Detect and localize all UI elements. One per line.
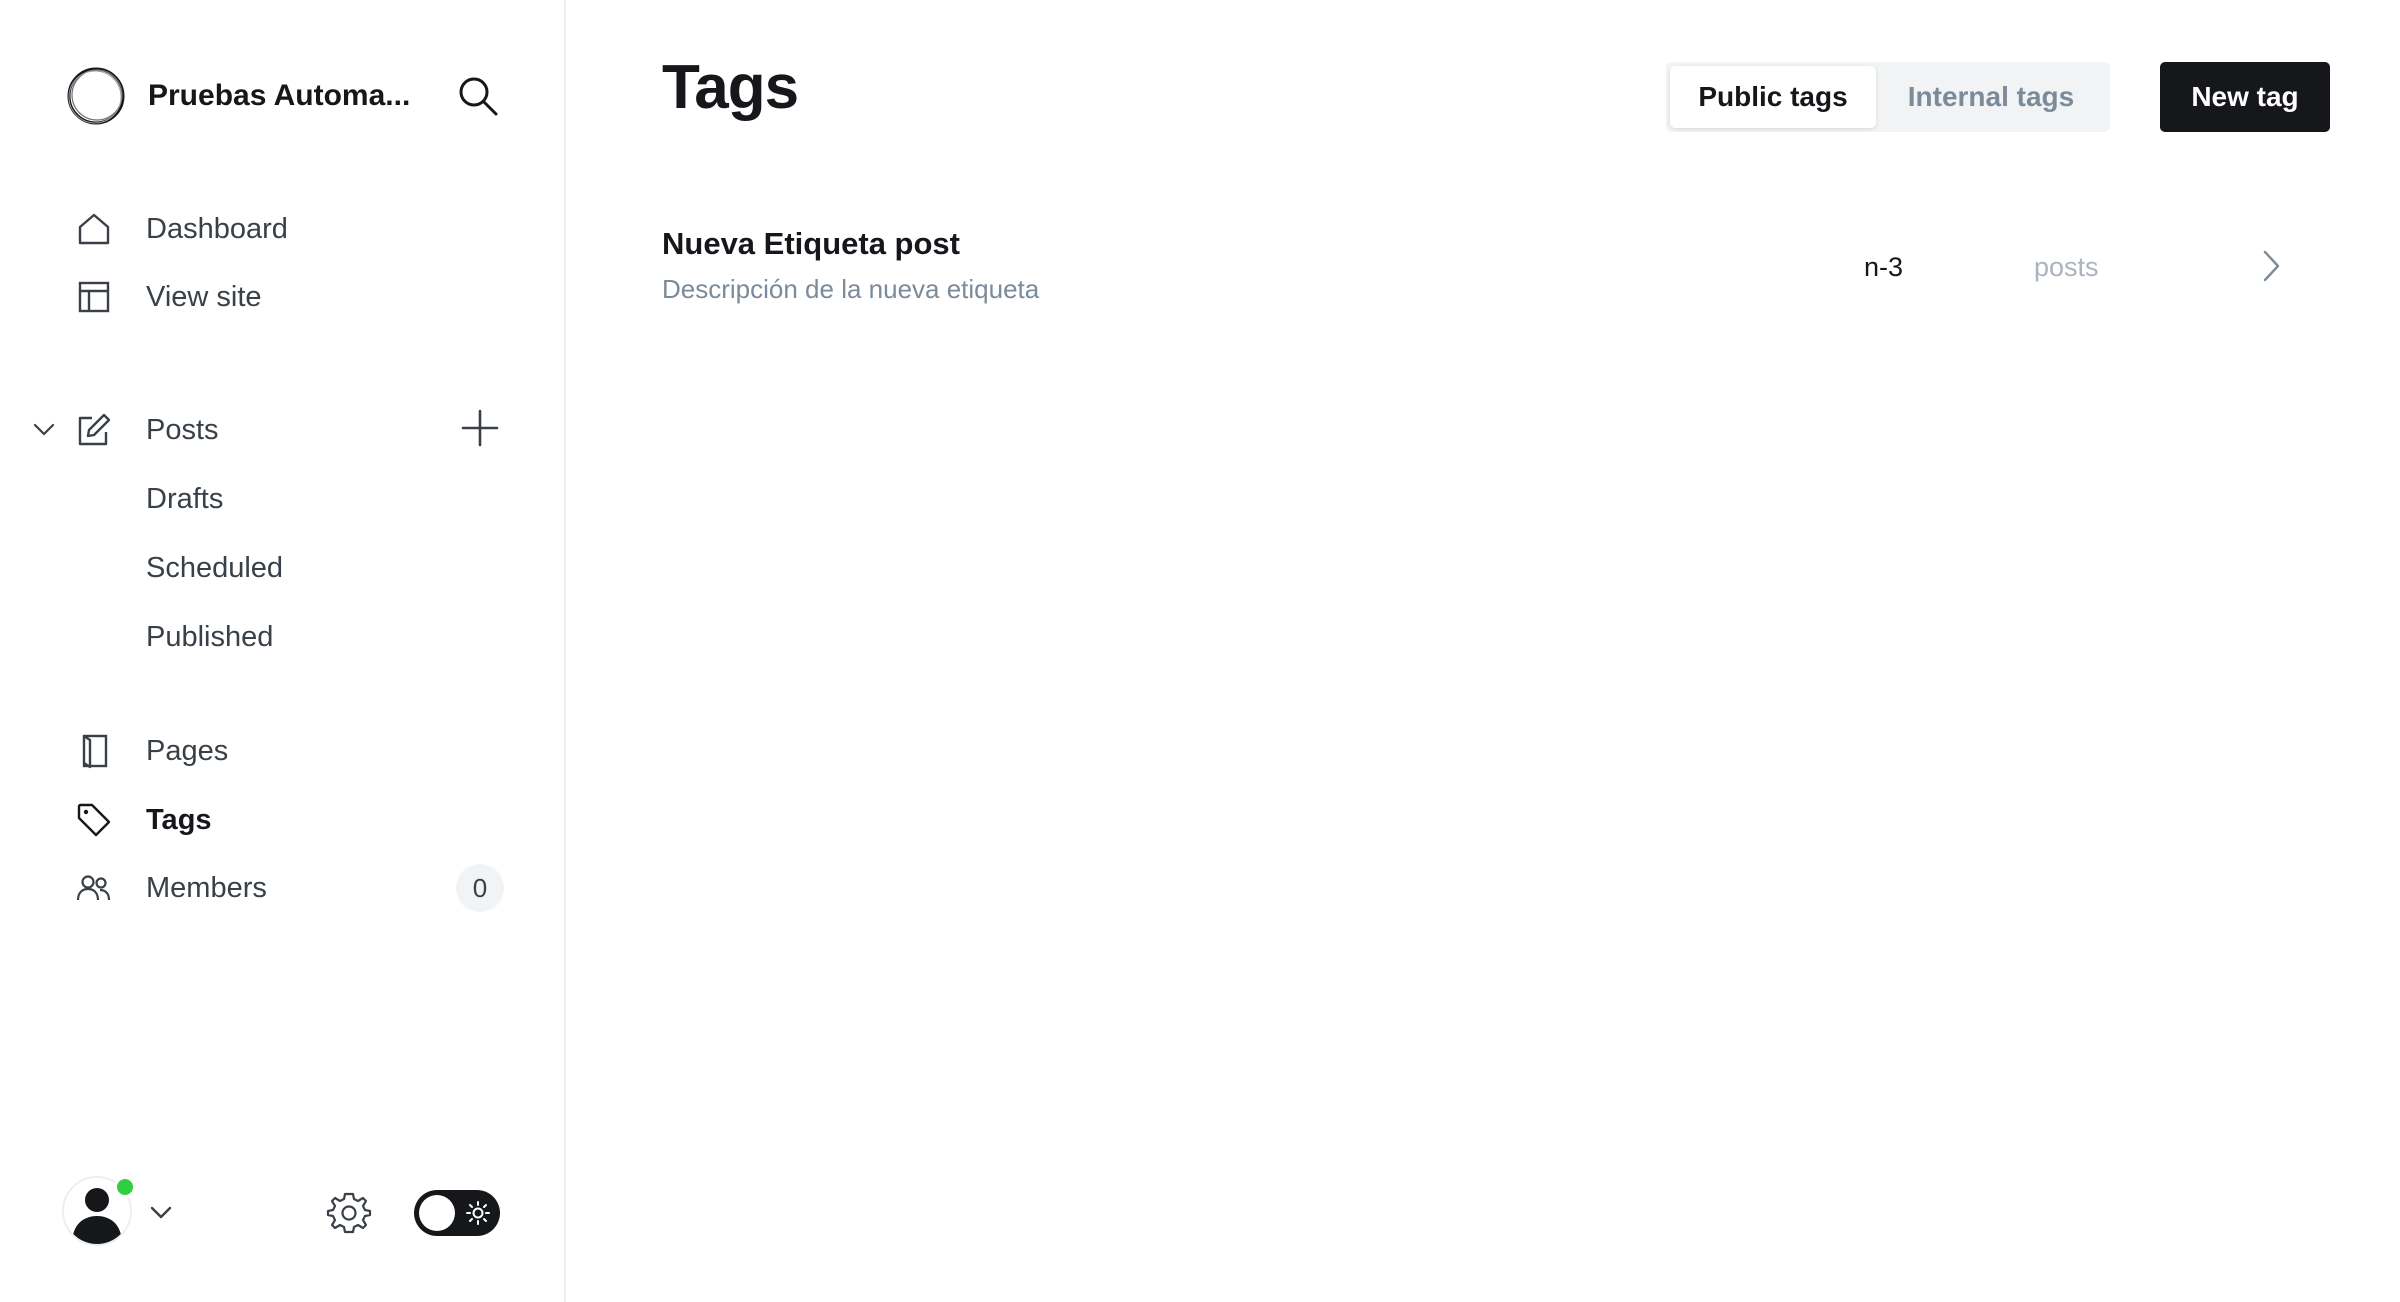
sidebar-item-tags[interactable]: Tags bbox=[74, 798, 504, 842]
tag-posts-count[interactable]: posts bbox=[2034, 252, 2099, 283]
tag-name: Nueva Etiqueta post bbox=[662, 226, 960, 261]
sidebar-item-view-site[interactable]: View site bbox=[74, 275, 504, 319]
tab-internal-tags[interactable]: Internal tags bbox=[1876, 66, 2106, 128]
home-icon bbox=[74, 209, 114, 249]
sidebar-item-label: Dashboard bbox=[146, 212, 288, 245]
sidebar-item-label: Drafts bbox=[146, 482, 224, 515]
tag-description: Descripción de la nueva etiqueta bbox=[662, 274, 1040, 304]
search-icon bbox=[459, 77, 498, 116]
edit-icon bbox=[74, 410, 114, 450]
sidebar-item-dashboard[interactable]: Dashboard bbox=[74, 207, 504, 251]
sidebar-item-label: Members bbox=[146, 871, 267, 904]
settings-button[interactable] bbox=[326, 1190, 372, 1236]
new-tag-button[interactable]: New tag bbox=[2160, 62, 2330, 132]
add-post-icon[interactable] bbox=[460, 408, 500, 448]
sun-icon bbox=[466, 1201, 490, 1225]
sidebar-item-label: View site bbox=[146, 280, 262, 313]
site-logo-icon bbox=[67, 67, 125, 125]
site-title: Pruebas Automa... bbox=[148, 79, 411, 112]
tag-slug: n-3 bbox=[1864, 252, 1904, 282]
sidebar-item-posts[interactable]: Posts bbox=[74, 408, 434, 452]
table-row[interactable]: Nueva Etiqueta post Descripción de la nu… bbox=[662, 212, 2330, 320]
chevron-right-icon bbox=[2263, 250, 2280, 282]
view-site-icon bbox=[74, 277, 114, 317]
members-count-badge: 0 bbox=[456, 864, 504, 912]
chevron-down-icon[interactable] bbox=[30, 416, 58, 444]
theme-toggle[interactable] bbox=[414, 1190, 500, 1236]
page-icon bbox=[74, 731, 114, 771]
toggle-knob bbox=[419, 1195, 455, 1231]
sidebar-item-label: Tags bbox=[146, 803, 212, 836]
sidebar: Pruebas Automa... Dashboard View site Po… bbox=[0, 0, 566, 1302]
sidebar-item-label: Scheduled bbox=[146, 551, 284, 584]
search-button[interactable] bbox=[456, 74, 500, 118]
sidebar-item-label: Pages bbox=[146, 734, 229, 767]
sidebar-item-label: Published bbox=[146, 620, 274, 653]
sidebar-item-published[interactable]: Published bbox=[146, 615, 273, 659]
sidebar-item-members[interactable]: Members bbox=[74, 866, 434, 910]
online-status-dot bbox=[114, 1176, 136, 1198]
chevron-down-icon[interactable] bbox=[146, 1198, 176, 1228]
sidebar-item-label: Posts bbox=[146, 413, 219, 446]
sidebar-item-drafts[interactable]: Drafts bbox=[146, 477, 223, 521]
sidebar-item-pages[interactable]: Pages bbox=[74, 729, 504, 773]
tag-type-switch: Public tags Internal tags bbox=[1666, 62, 2110, 132]
site-brand[interactable]: Pruebas Automa... bbox=[66, 66, 506, 126]
tag-icon bbox=[74, 800, 114, 840]
page-title: Tags bbox=[662, 53, 799, 122]
gear-icon bbox=[326, 1192, 372, 1234]
members-icon bbox=[74, 868, 114, 908]
user-avatar-button[interactable] bbox=[62, 1176, 136, 1246]
sidebar-item-scheduled[interactable]: Scheduled bbox=[146, 546, 283, 590]
tab-public-tags[interactable]: Public tags bbox=[1670, 66, 1876, 128]
